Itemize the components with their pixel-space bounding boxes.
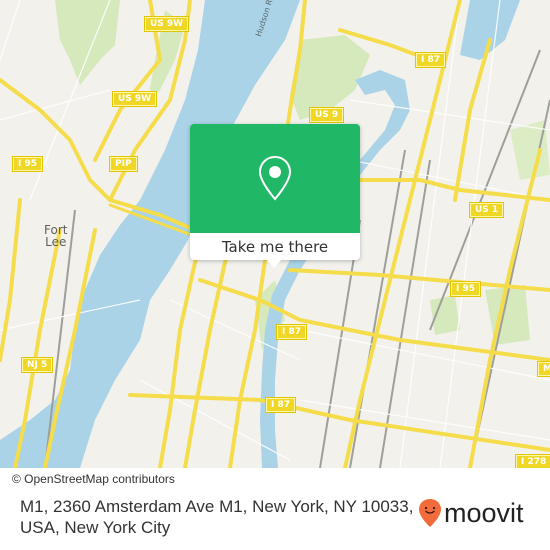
map-attribution[interactable]: © OpenStreetMap contributors: [6, 470, 181, 488]
road-shield-pip: PIP: [110, 157, 137, 171]
take-me-there-button[interactable]: Take me there: [190, 233, 360, 260]
park-area: [55, 0, 120, 85]
road-shield-us1: US 1: [470, 203, 504, 217]
brand-name: moovit: [444, 498, 524, 528]
footer: M1, 2360 Amsterdam Ave M1, New York, NY …: [0, 488, 550, 550]
map-pin-icon: [258, 155, 292, 201]
road-shield-i87: I 87: [277, 325, 307, 339]
place-label-fort-lee: Fort Lee: [44, 223, 68, 249]
road-shield-i278: I 278: [516, 455, 550, 468]
road-shield-i95: I 95: [451, 282, 481, 296]
park-area: [430, 295, 460, 335]
road-shield-i87: I 87: [266, 398, 296, 412]
road-shield-us9: US 9: [310, 108, 344, 122]
road-shield-us9w: US 9W: [113, 92, 157, 106]
road-shield-partial: M: [538, 362, 550, 376]
popup-pointer: [266, 259, 282, 268]
map-view[interactable]: Hudson R US 9W US 9W I 95 PIP I 87 US 9 …: [0, 0, 550, 468]
moovit-logo: moovit: [418, 498, 524, 528]
road-shield-us9w: US 9W: [145, 17, 189, 31]
address-text: M1, 2360 Amsterdam Ave M1, New York, NY …: [20, 497, 414, 537]
road-shield-i95: I 95: [13, 157, 43, 171]
reservoir: [460, 0, 520, 60]
location-popup: Take me there: [190, 124, 360, 268]
moovit-pin-icon: [419, 499, 441, 527]
popup-header: [190, 124, 360, 233]
road-shield-i87: I 87: [416, 53, 446, 67]
road-shield-nj5: NJ 5: [22, 358, 53, 372]
